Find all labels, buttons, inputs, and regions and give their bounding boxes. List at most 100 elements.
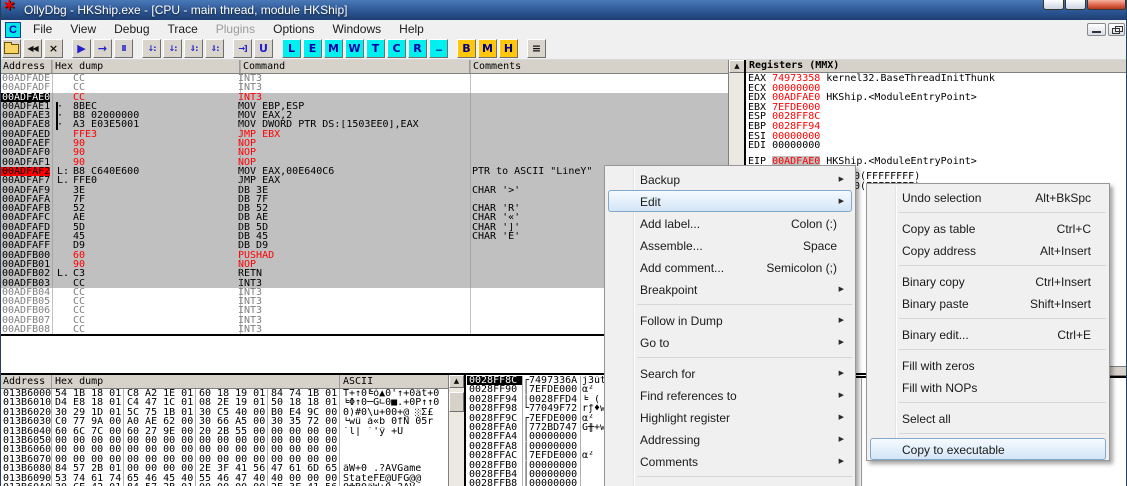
restart-button[interactable]: ◀◀ <box>23 39 42 58</box>
memory-map-button[interactable]: M <box>478 39 497 58</box>
minimize-button[interactable] <box>1043 0 1064 10</box>
menu-item-fill-with-zeros[interactable]: Fill with zeros <box>870 354 1106 376</box>
menu-item-edit[interactable]: Edit▶ <box>608 190 852 212</box>
options-button[interactable]: ≡ <box>527 39 546 58</box>
mdi-minimize-button[interactable] <box>1087 23 1106 36</box>
menubar-item-options[interactable]: Options <box>264 20 323 38</box>
cpu-window-icon[interactable]: C <box>5 22 21 38</box>
menubar-item-debug[interactable]: Debug <box>105 20 158 38</box>
disasm-row[interactable]: 00ADFAF090NOP <box>0 148 728 157</box>
menu-item-fill-with-nops[interactable]: Fill with NOPs <box>870 376 1106 398</box>
menu-item-undo-selection[interactable]: Undo selectionAlt+BkSpc <box>870 186 1106 208</box>
menu-item-backup[interactable]: Backup▶ <box>608 168 852 190</box>
disasm-row[interactable]: 00ADFAE1·8BECMOV EBP,ESP <box>0 102 728 111</box>
menu-item-find-references-to[interactable]: Find references to▶ <box>608 384 852 406</box>
close-button[interactable]: × <box>44 39 63 58</box>
close-button[interactable] <box>1087 0 1126 10</box>
menu-item-search-for[interactable]: Search for▶ <box>608 362 852 384</box>
column-header-command: Command <box>240 60 470 73</box>
menu-separator <box>899 318 1106 319</box>
pause-button[interactable]: II <box>114 39 133 58</box>
scroll-up-icon[interactable]: ▲ <box>449 375 464 388</box>
dump-pane[interactable]: AddressHex dumpASCII 013B600054 1B 18 01… <box>0 375 466 486</box>
disasm-command: MOV DWORD PTR DS:[1503EE0],EAX <box>238 120 468 129</box>
run-button[interactable]: ▶ <box>72 39 91 58</box>
dump-row[interactable]: 013B607000 00 00 0000 00 00 0000 00 00 0… <box>0 455 466 464</box>
disasm-row[interactable]: 00ADFAE3·B8 02000000MOV EAX,2 <box>0 111 728 120</box>
log-window-button[interactable]: L <box>282 39 301 58</box>
menu-item-highlight-register[interactable]: Highlight register▶ <box>608 406 852 428</box>
memory-window-button[interactable]: M <box>324 39 343 58</box>
menu-item-copy-address[interactable]: Copy addressAlt+Insert <box>870 239 1106 261</box>
menubar-item-trace[interactable]: Trace <box>159 20 207 38</box>
menu-item-binary-copy[interactable]: Binary copyCtrl+Insert <box>870 270 1106 292</box>
breakpoints-window-button[interactable]: B <box>457 39 476 58</box>
menu-item-analysis[interactable]: Analysis▶ <box>608 481 852 486</box>
windows-window-button[interactable]: W <box>345 39 364 58</box>
executables-window-button[interactable]: E <box>303 39 322 58</box>
dump-row[interactable]: 013B609053 74 61 7465 46 45 4055 46 47 4… <box>0 474 466 483</box>
menu-item-binary-paste[interactable]: Binary pasteShift+Insert <box>870 292 1106 314</box>
hit-trace-button[interactable]: H <box>499 39 518 58</box>
register-row[interactable]: EDI 00000000 <box>746 141 1127 151</box>
dump-row[interactable]: 013B6010D4 E8 18 01C4 47 1C 0108 2E 19 0… <box>0 398 466 407</box>
trace-into-button[interactable]: ⇓: <box>184 39 203 58</box>
menu-item-follow-in-dump[interactable]: Follow in Dump▶ <box>608 309 852 331</box>
cpu-window-button[interactable]: C <box>387 39 406 58</box>
menu-item-binary-edit[interactable]: Binary edit...Ctrl+E <box>870 323 1106 345</box>
jump-marker-icon: · <box>50 111 73 120</box>
step-over-button[interactable]: ↓: <box>163 39 182 58</box>
menu-item-copy-to-executable[interactable]: Copy to executable <box>870 438 1106 460</box>
dump-row[interactable]: 013B608084 57 2B 0100 00 00 002E 3F 41 5… <box>0 464 466 473</box>
menu-item-copy-as-table[interactable]: Copy as tableCtrl+C <box>870 217 1106 239</box>
disasm-bytes: CC <box>73 306 238 315</box>
jump-marker-icon <box>50 251 73 260</box>
disasm-command: NOP <box>238 139 468 148</box>
menu-item-assemble[interactable]: Assemble...Space <box>608 234 852 256</box>
pane-splitter[interactable] <box>1108 366 1127 376</box>
disasm-row[interactable]: 00ADFAE0CCINT3 <box>0 93 728 102</box>
step-into-button[interactable]: ↓: <box>142 39 161 58</box>
threads-window-button[interactable]: T <box>366 39 385 58</box>
until-return-button[interactable]: →] <box>233 39 252 58</box>
stack-value: │00000000 <box>523 432 581 441</box>
menu-item-comments[interactable]: Comments▶ <box>608 450 852 472</box>
go-to-user-code-button[interactable]: U <box>254 39 273 58</box>
dump-row[interactable]: 013B604060 6C 7C 0060 27 9E 0020 2B 55 0… <box>0 427 466 436</box>
dump-row[interactable]: 013B600054 1B 18 01C8 A2 1E 0160 18 19 0… <box>0 389 466 398</box>
scroll-up-icon[interactable]: ▲ <box>729 60 745 73</box>
maximize-button[interactable] <box>1065 0 1086 10</box>
registers-window-button[interactable]: R <box>408 39 427 58</box>
titlebar[interactable]: * OllyDbg - HKShip.exe - [CPU - main thr… <box>0 0 1127 20</box>
menu-item-go-to[interactable]: Go to▶ <box>608 331 852 353</box>
disasm-row[interactable]: 00ADFAE8·A3 E03E5001MOV DWORD PTR DS:[15… <box>0 120 728 129</box>
disasm-row[interactable]: 00ADFAEF90NOP <box>0 139 728 148</box>
menu-item-breakpoint[interactable]: Breakpoint▶ <box>608 278 852 300</box>
menu-item-select-all[interactable]: Select all <box>870 407 1106 429</box>
dump-row[interactable]: 013B606000 00 00 0000 00 00 0000 00 00 0… <box>0 445 466 454</box>
menubar-item-help[interactable]: Help <box>390 20 433 38</box>
dump-row[interactable]: 013B602030 29 1D 015C 75 1B 0130 C5 40 0… <box>0 408 466 417</box>
menu-item-add-comment[interactable]: Add comment...Semicolon (;) <box>608 256 852 278</box>
menubar-item-view[interactable]: View <box>61 20 105 38</box>
dump-scrollbar[interactable]: ▲ <box>448 375 464 486</box>
mdi-restore-button[interactable] <box>1108 23 1125 36</box>
dump-row[interactable]: 013B605000 00 00 0000 00 00 0000 00 00 0… <box>0 436 466 445</box>
more-windows-button[interactable]: ... <box>429 39 448 58</box>
menubar-item-windows[interactable]: Windows <box>323 20 390 38</box>
scrollbar-thumb[interactable] <box>449 392 464 412</box>
trace-over-button[interactable]: ⇓: <box>205 39 224 58</box>
submenu-arrow-icon: ▶ <box>839 310 844 332</box>
dump-bytes: 60 18 19 01 <box>196 389 268 398</box>
dump-row[interactable]: 013B6030C0 77 9A 00A0 AE 62 0030 66 A5 0… <box>0 417 466 426</box>
disasm-row[interactable]: 00ADFADECCINT3 <box>0 74 728 83</box>
menu-item-addressing[interactable]: Addressing▶ <box>608 428 852 450</box>
menu-item-shortcut: Space <box>803 235 837 257</box>
menubar-item-file[interactable]: File <box>24 20 61 38</box>
disasm-row[interactable]: 00ADFADFCCINT3 <box>0 83 728 92</box>
menu-item-add-label[interactable]: Add label...Colon (:) <box>608 212 852 234</box>
disasm-row[interactable]: 00ADFAEDFFE3JMP EBX <box>0 130 728 139</box>
jump-marker-icon <box>50 213 73 222</box>
resume-button[interactable]: → <box>93 39 112 58</box>
open-file-button[interactable] <box>2 39 21 58</box>
